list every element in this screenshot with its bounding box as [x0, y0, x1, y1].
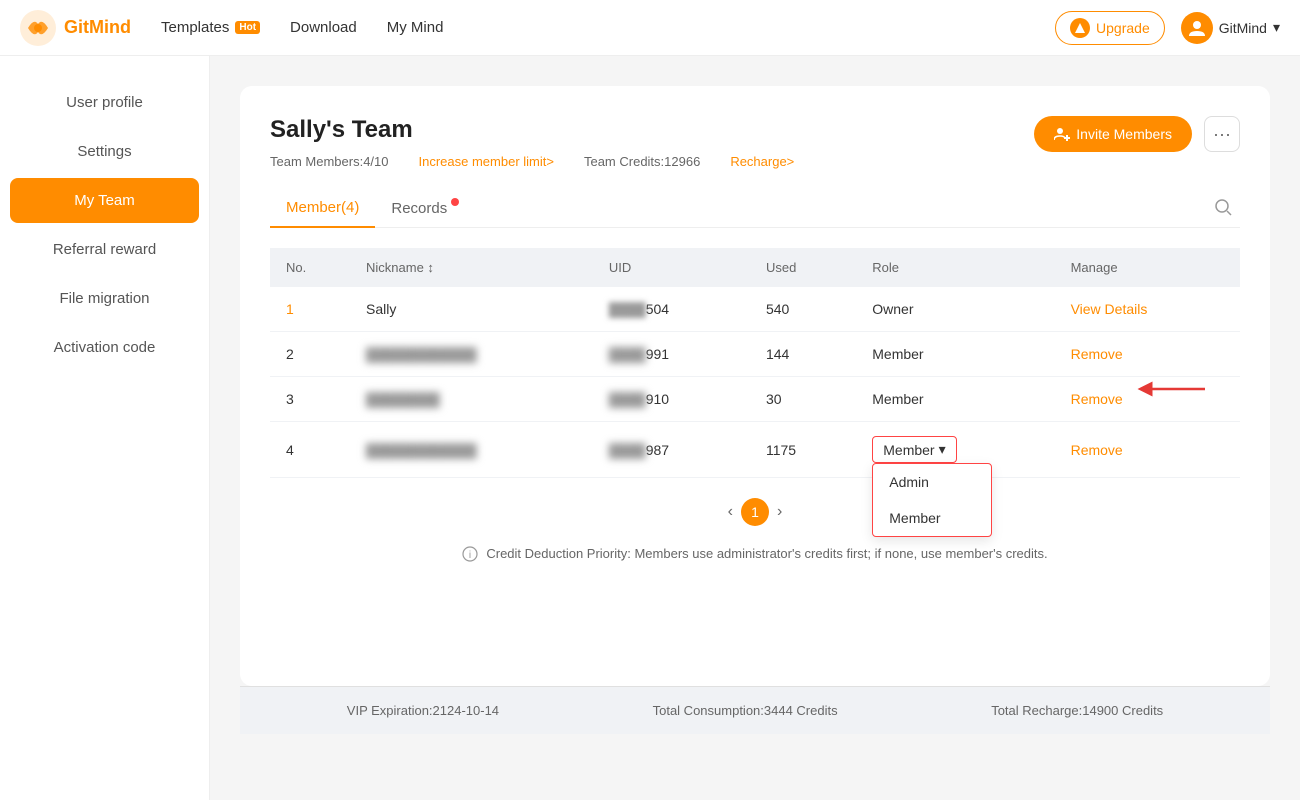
remove-button[interactable]: Remove [1071, 391, 1123, 407]
increase-member-limit-link[interactable]: Increase member limit> [419, 154, 554, 169]
sidebar-item-activation-code[interactable]: Activation code [10, 325, 199, 370]
table-row: 4 ████████████ ████987 1175 Member ▾ [270, 422, 1240, 478]
cell-used: 30 [750, 377, 856, 422]
cell-uid: ████987 [593, 422, 750, 478]
cell-no: 2 [270, 332, 350, 377]
view-details-link[interactable]: View Details [1071, 301, 1148, 317]
user-menu[interactable]: GitMind ▾ [1181, 12, 1280, 44]
layout: User profile Settings My Team Referral r… [0, 56, 1300, 800]
col-manage: Manage [1055, 248, 1240, 287]
sidebar-item-referral-reward[interactable]: Referral reward [10, 227, 199, 272]
cell-nickname: ████████████ [350, 332, 593, 377]
table-row: 3 ████████ ████910 30 Member Remove [270, 377, 1240, 422]
info-icon: i [462, 546, 478, 562]
cell-uid: ████910 [593, 377, 750, 422]
chevron-down-icon: ▾ [1273, 19, 1280, 36]
chevron-down-icon: ▾ [939, 441, 946, 458]
cell-role[interactable]: Member ▾ Admin Member [856, 422, 1054, 478]
team-header: Sally's Team Team Members:4/10 Increase … [270, 116, 1240, 169]
sidebar-item-settings[interactable]: Settings [10, 129, 199, 174]
svg-text:i: i [469, 550, 471, 561]
table-row: 1 Sally ████504 540 Owner View Details [270, 287, 1240, 332]
vip-expiration: VIP Expiration:2124-10-14 [347, 703, 499, 718]
role-dropdown-menu: Admin Member [872, 463, 992, 537]
sidebar: User profile Settings My Team Referral r… [0, 56, 210, 800]
sidebar-item-my-team[interactable]: My Team [10, 178, 199, 223]
tabs: Member(4) Records [270, 189, 1240, 228]
hot-badge: Hot [235, 21, 260, 34]
prev-page-button[interactable]: ‹ [728, 503, 733, 521]
cell-used: 144 [750, 332, 856, 377]
cell-role: Owner [856, 287, 1054, 332]
footer-bar: VIP Expiration:2124-10-14 Total Consumpt… [240, 686, 1270, 734]
col-no: No. [270, 248, 350, 287]
cell-uid: ████991 [593, 332, 750, 377]
team-title: Sally's Team [270, 116, 794, 144]
cell-manage: Remove [1055, 377, 1240, 422]
team-members-text: Team Members:4/10 [270, 154, 389, 169]
main-content: Sally's Team Team Members:4/10 Increase … [210, 56, 1300, 800]
cell-no: 1 [270, 287, 350, 332]
cell-nickname: ████████ [350, 377, 593, 422]
page-1-button[interactable]: 1 [741, 498, 769, 526]
cell-no: 3 [270, 377, 350, 422]
table-row: 2 ████████████ ████991 144 Member Remove [270, 332, 1240, 377]
dropdown-item-member[interactable]: Member [873, 500, 991, 536]
upgrade-button[interactable]: Upgrade [1055, 11, 1165, 45]
records-badge [451, 198, 459, 206]
logo[interactable]: GitMind [20, 10, 131, 46]
team-credits-text: Team Credits:12966 [584, 154, 700, 169]
header: GitMind Templates Hot Download My Mind U… [0, 0, 1300, 56]
tab-records[interactable]: Records [375, 190, 463, 227]
upgrade-icon [1070, 18, 1090, 38]
table-header-row: No. Nickname ↕ UID Used Role Manage [270, 248, 1240, 287]
role-dropdown[interactable]: Member ▾ Admin Member [872, 436, 956, 463]
cell-manage: Remove [1055, 422, 1240, 478]
col-uid: UID [593, 248, 750, 287]
red-arrow-annotation [1135, 369, 1215, 409]
content-card: Sally's Team Team Members:4/10 Increase … [240, 86, 1270, 686]
remove-button[interactable]: Remove [1071, 346, 1123, 362]
team-actions: Invite Members ··· [1034, 116, 1240, 152]
total-consumption: Total Consumption:3444 Credits [653, 703, 838, 718]
header-right: Upgrade GitMind ▾ [1055, 11, 1280, 45]
sidebar-item-file-migration[interactable]: File migration [10, 276, 199, 321]
tab-member[interactable]: Member(4) [270, 189, 375, 228]
info-note: i Credit Deduction Priority: Members use… [270, 546, 1240, 562]
logo-text: GitMind [64, 17, 131, 38]
cell-nickname: ████████████ [350, 422, 593, 478]
cell-role: Member [856, 377, 1054, 422]
more-options-button[interactable]: ··· [1204, 116, 1240, 152]
invite-members-button[interactable]: Invite Members [1034, 116, 1192, 152]
nav-templates[interactable]: Templates Hot [161, 19, 260, 36]
cell-no: 4 [270, 422, 350, 478]
sidebar-item-user-profile[interactable]: User profile [10, 80, 199, 125]
cell-uid: ████504 [593, 287, 750, 332]
members-table: No. Nickname ↕ UID Used Role Manage 1 Sa… [270, 248, 1240, 478]
role-select-button[interactable]: Member ▾ [872, 436, 956, 463]
pagination: ‹ 1 › [270, 498, 1240, 526]
col-nickname: Nickname ↕ [350, 248, 593, 287]
next-page-button[interactable]: › [777, 503, 782, 521]
invite-icon [1054, 126, 1070, 142]
remove-button[interactable]: Remove [1071, 442, 1123, 458]
cell-nickname: Sally [350, 287, 593, 332]
dropdown-item-admin[interactable]: Admin [873, 464, 991, 500]
nav-download[interactable]: Download [290, 19, 357, 36]
cell-used: 1175 [750, 422, 856, 478]
search-icon[interactable] [1206, 190, 1240, 227]
cell-role: Member [856, 332, 1054, 377]
col-role: Role [856, 248, 1054, 287]
cell-used: 540 [750, 287, 856, 332]
nav: Templates Hot Download My Mind [161, 19, 1055, 36]
nav-mymind[interactable]: My Mind [387, 19, 444, 36]
cell-manage: View Details [1055, 287, 1240, 332]
team-info: Sally's Team Team Members:4/10 Increase … [270, 116, 794, 169]
avatar [1181, 12, 1213, 44]
total-recharge: Total Recharge:14900 Credits [991, 703, 1163, 718]
team-meta: Team Members:4/10 Increase member limit>… [270, 154, 794, 169]
col-used: Used [750, 248, 856, 287]
recharge-link[interactable]: Recharge> [730, 154, 794, 169]
